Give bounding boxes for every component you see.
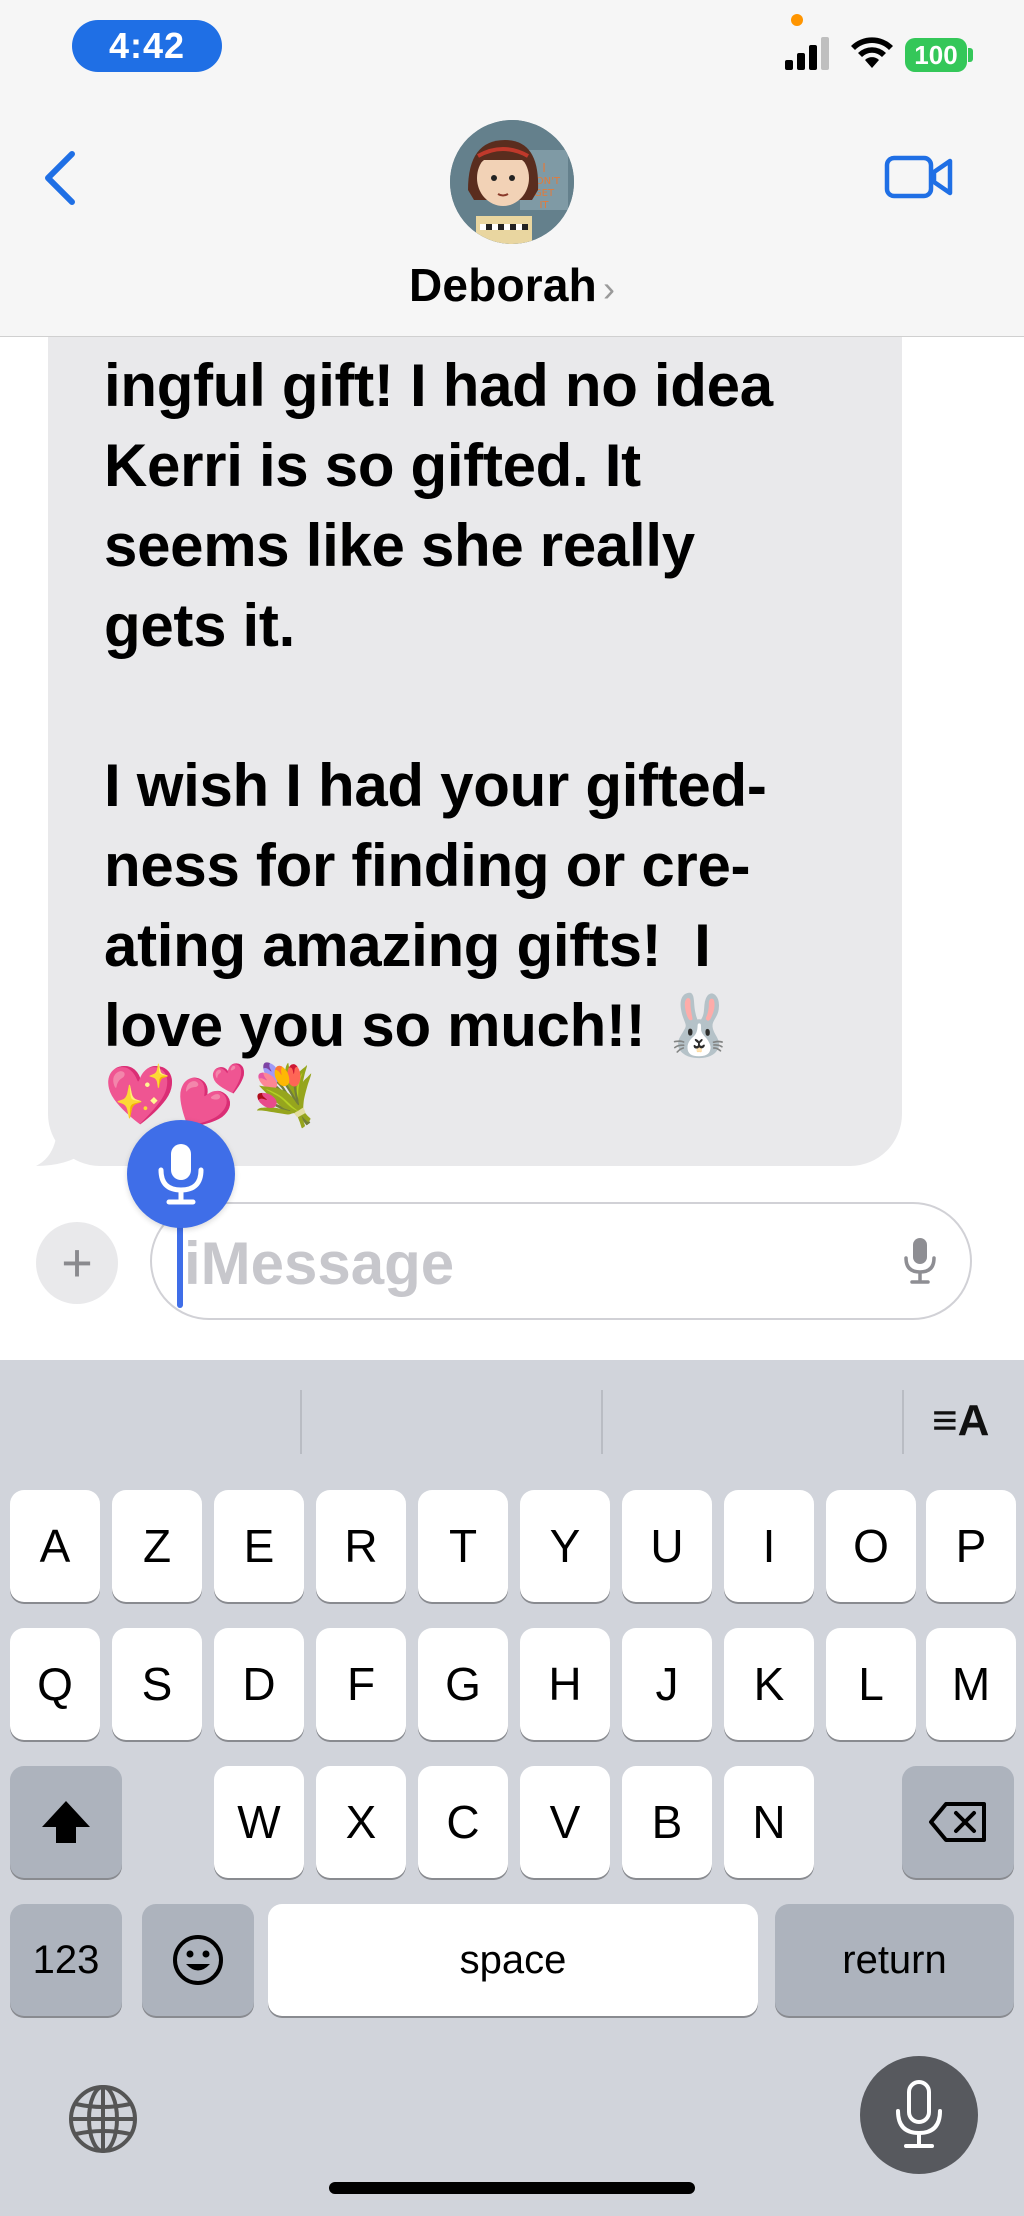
suggestion-bar: [0, 1360, 1024, 1456]
space-key[interactable]: space: [268, 1904, 758, 2016]
time-display: 4:42: [72, 20, 222, 72]
emoji-smiley-icon: [173, 1935, 223, 1985]
key-y[interactable]: Y: [520, 1490, 610, 1602]
cellular-signal-icon: [785, 37, 829, 70]
globe-icon[interactable]: [66, 2082, 140, 2156]
key-m[interactable]: M: [926, 1628, 1016, 1740]
wifi-icon: [851, 37, 893, 68]
key-q[interactable]: Q: [10, 1628, 100, 1740]
input-placeholder: iMessage: [184, 1230, 455, 1297]
key-a[interactable]: A: [10, 1490, 100, 1602]
key-b[interactable]: B: [622, 1766, 712, 1878]
key-p[interactable]: P: [926, 1490, 1016, 1602]
numbers-key[interactable]: 123: [10, 1904, 122, 2016]
key-r[interactable]: R: [316, 1490, 406, 1602]
key-x[interactable]: X: [316, 1766, 406, 1878]
microphone-icon: [158, 1144, 204, 1205]
return-key[interactable]: return: [775, 1904, 1014, 2016]
text-style-button[interactable]: ≡A: [932, 1396, 989, 1446]
apps-plus-button[interactable]: +: [36, 1222, 118, 1304]
key-s[interactable]: S: [112, 1628, 202, 1740]
battery-tip: [968, 48, 973, 62]
key-f[interactable]: F: [316, 1628, 406, 1740]
battery-indicator: 100: [905, 38, 967, 72]
video-call-button[interactable]: [884, 152, 954, 202]
key-v[interactable]: V: [520, 1766, 610, 1878]
home-indicator[interactable]: [329, 2182, 695, 2194]
key-g[interactable]: G: [418, 1628, 508, 1740]
keyboard-dictation-button[interactable]: [860, 2056, 978, 2174]
contact-name: Deborah: [409, 259, 597, 311]
key-z[interactable]: Z: [112, 1490, 202, 1602]
key-j[interactable]: J: [622, 1628, 712, 1740]
key-c[interactable]: C: [418, 1766, 508, 1878]
chevron-right-icon: ›: [602, 268, 615, 309]
key-h[interactable]: H: [520, 1628, 610, 1740]
svg-text:I: I: [542, 161, 546, 175]
mic-in-use-indicator: [791, 14, 803, 26]
emoji-key[interactable]: [142, 1904, 254, 2016]
key-u[interactable]: U: [622, 1490, 712, 1602]
key-l[interactable]: L: [826, 1628, 916, 1740]
status-bar: 4:42 100: [0, 0, 1024, 100]
message-emojis: 💖💕💐: [104, 1063, 321, 1128]
key-k[interactable]: K: [724, 1628, 814, 1740]
back-button[interactable]: [36, 148, 86, 208]
contact-name-row[interactable]: Deborah ›: [0, 258, 1024, 312]
microphone-icon: [896, 2080, 942, 2148]
dictation-active-button[interactable]: [127, 1120, 235, 1228]
key-i[interactable]: I: [724, 1490, 814, 1602]
shift-key[interactable]: [10, 1766, 122, 1878]
key-d[interactable]: D: [214, 1628, 304, 1740]
svg-text:IT: IT: [539, 200, 549, 211]
avatar-illustration: I DON'T GET IT: [450, 120, 574, 244]
key-t[interactable]: T: [418, 1490, 508, 1602]
key-w[interactable]: W: [214, 1766, 304, 1878]
suggestion-divider: [902, 1390, 904, 1454]
shift-arrow-icon: [42, 1801, 90, 1843]
delete-key[interactable]: [902, 1766, 1014, 1878]
key-o[interactable]: O: [826, 1490, 916, 1602]
key-n[interactable]: N: [724, 1766, 814, 1878]
backspace-icon: [929, 1802, 986, 1842]
input-dictation-button[interactable]: [902, 1236, 938, 1286]
suggestion-divider: [601, 1390, 603, 1454]
key-e[interactable]: E: [214, 1490, 304, 1602]
contact-avatar[interactable]: I DON'T GET IT: [450, 120, 574, 244]
suggestion-divider: [300, 1390, 302, 1454]
message-text: ingful gift! I had no idea Kerri is so g…: [104, 352, 773, 1059]
text-cursor: [177, 1216, 183, 1308]
